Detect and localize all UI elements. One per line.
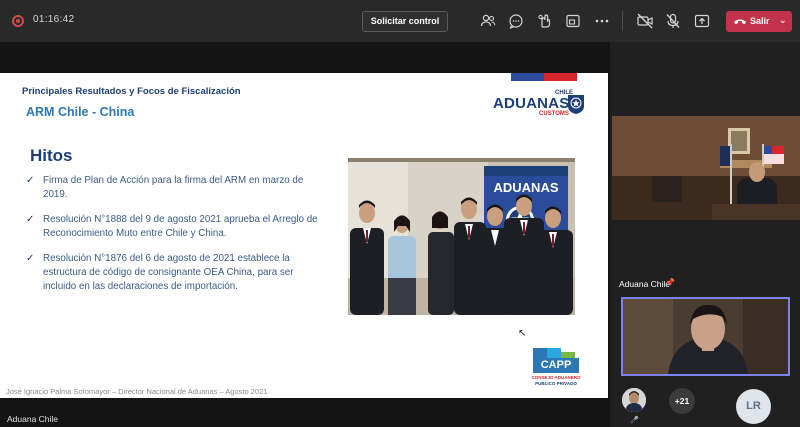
group-photo: ADUANAS [348, 158, 575, 315]
phone-icon [733, 16, 747, 27]
svg-text:ADUANAS: ADUANAS [494, 180, 559, 195]
meeting-timer: 01:16:42 [33, 14, 75, 25]
participant-initials-avatar[interactable]: LR [736, 389, 771, 424]
checkmark-icon: ✓ [26, 214, 35, 225]
checkmark-icon: ✓ [26, 175, 35, 186]
meeting-toolbar: 01:16:42 Solicitar control Salir ⌄ [0, 0, 800, 42]
participant-avatar[interactable] [622, 388, 646, 412]
mouse-cursor-icon: ↖ [518, 328, 527, 339]
chile-flag-bar [511, 73, 577, 81]
toolbar-divider [622, 11, 623, 31]
people-icon[interactable] [479, 12, 497, 30]
list-item: ✓ Resolución N°1888 del 9 de agosto 2021… [26, 214, 318, 239]
aduanas-logo: CHILE ADUANAS CUSTOMS [492, 90, 588, 120]
presenter-name: Aduana Chile [7, 414, 59, 424]
share-screen-icon[interactable] [693, 12, 711, 30]
bullet-list: ✓ Firma de Plan de Acción para la firma … [26, 174, 326, 305]
slide-footer: José Ignacio Palma Sotomayor – Director … [6, 387, 268, 396]
slide-heading: Hitos [30, 146, 73, 165]
camera-off-icon[interactable] [636, 12, 654, 30]
recording-icon [12, 15, 24, 27]
slide-kicker: Principales Resultados y Focos de Fiscal… [22, 86, 241, 97]
chevron-down-icon[interactable]: ⌄ [779, 15, 787, 26]
more-icon[interactable] [593, 12, 611, 30]
mic-off-icon: 🎤 [630, 417, 639, 424]
participant-name-label: Aduana Chile [619, 279, 671, 289]
reactions-icon[interactable] [536, 12, 554, 30]
chat-icon[interactable] [507, 12, 525, 30]
pin-icon[interactable]: 📌 [665, 278, 675, 287]
participant-video-main[interactable] [612, 116, 800, 220]
slide-subtitle: ARM Chile - China [26, 105, 135, 119]
leave-label: Salir [750, 16, 770, 26]
list-item: ✓ Resolución N°1876 del 6 de agosto de 2… [26, 253, 294, 292]
checkmark-icon: ✓ [26, 253, 35, 264]
aduanas-seal-icon [567, 93, 585, 115]
request-control-button[interactable]: Solicitar control [362, 11, 448, 32]
capp-logo: CAPP CONSEJO ADUANERO PUBLICO PRIVADO [525, 348, 581, 390]
mic-off-icon[interactable] [664, 12, 682, 30]
presentation-slide: Principales Resultados y Focos de Fiscal… [0, 73, 608, 398]
participant-video-secondary[interactable] [621, 297, 790, 376]
leave-button[interactable]: Salir ⌄ [726, 11, 792, 32]
more-participants-button[interactable]: +21 [669, 388, 695, 414]
share-tray-icon[interactable] [564, 12, 582, 30]
list-item: ✓ Firma de Plan de Acción para la firma … [26, 175, 304, 200]
